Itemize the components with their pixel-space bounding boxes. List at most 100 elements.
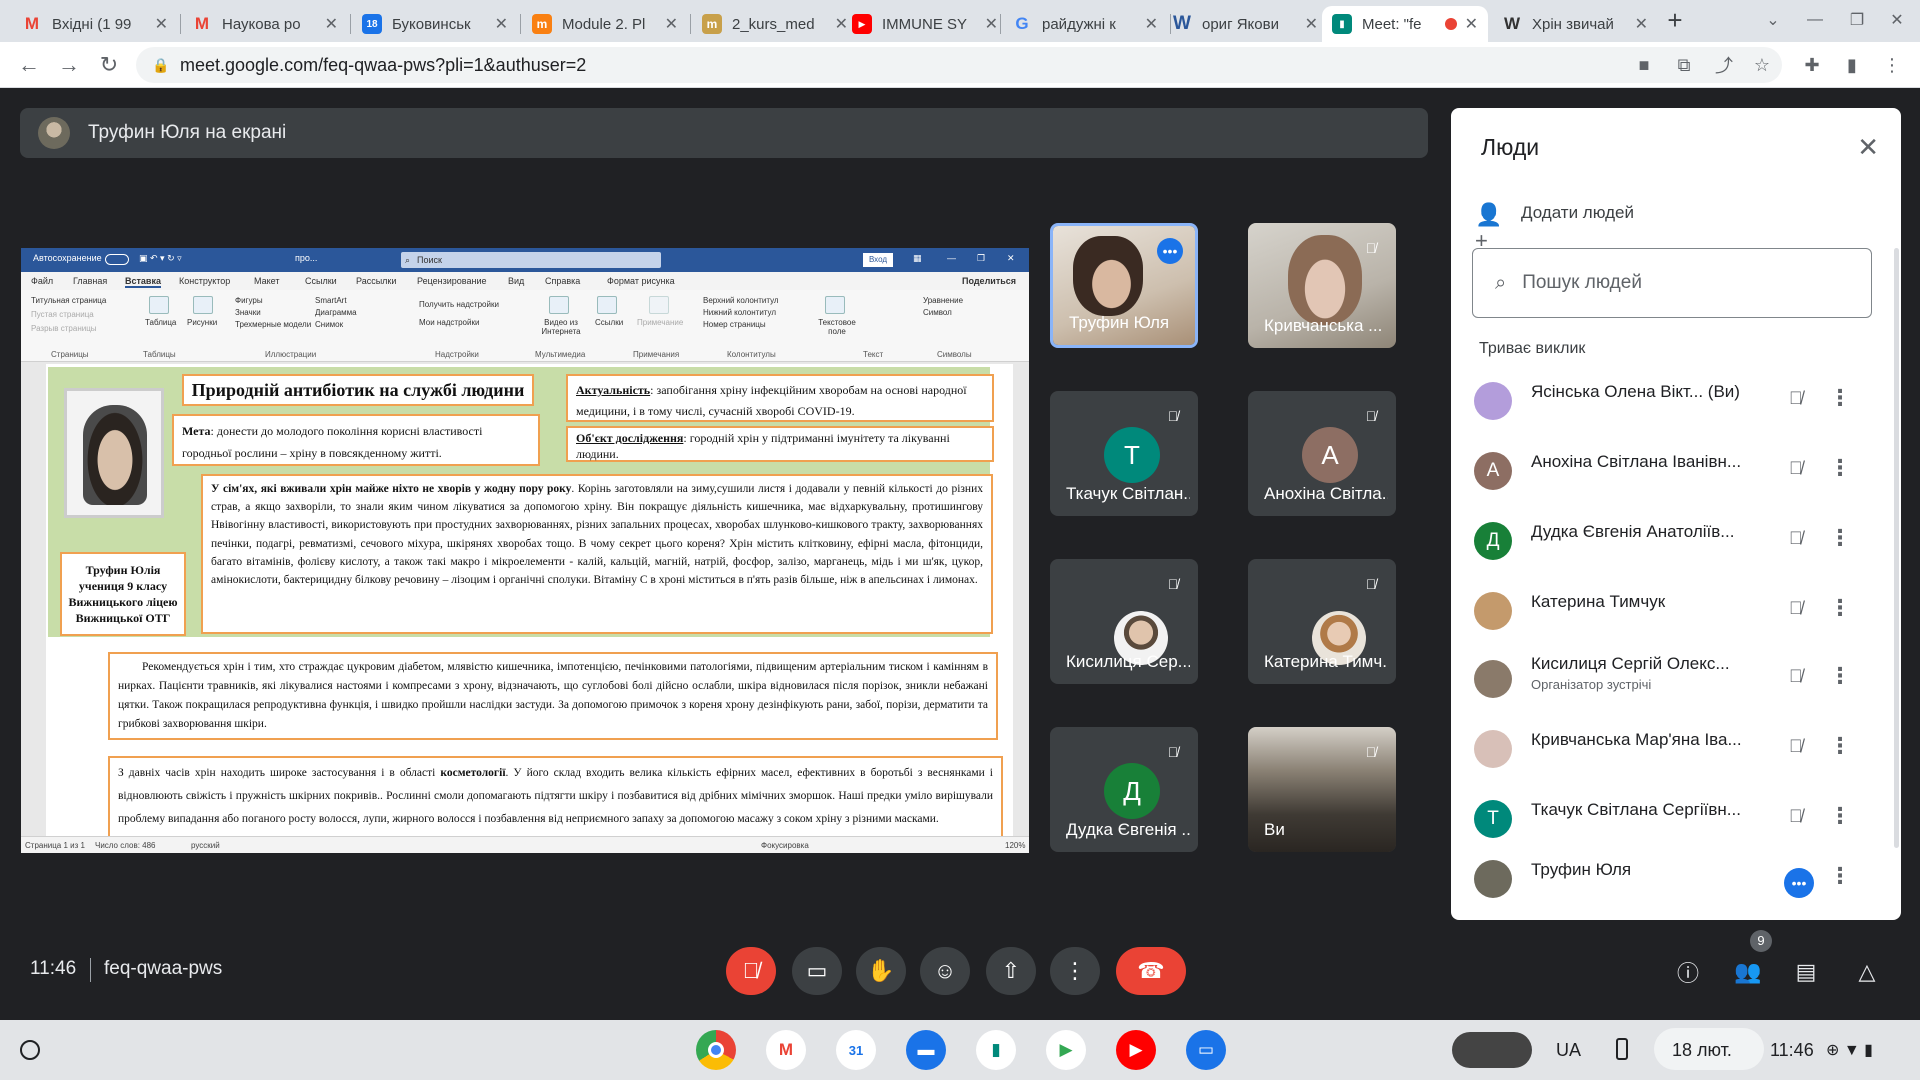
add-people-button[interactable]: 👤+ Додати людей [1475, 198, 1634, 253]
online-video-icon[interactable] [549, 296, 569, 314]
youtube-icon[interactable]: ▶ [1116, 1030, 1156, 1070]
status-icons[interactable]: ⊕ ▼ ▮ [1826, 1040, 1873, 1060]
people-button[interactable]: 👥 [1734, 958, 1762, 986]
tab-meet[interactable]: ▮ Meet: "fe ✕ [1322, 6, 1488, 42]
tab-kurs[interactable]: m 2_kurs_med ✕ [692, 6, 858, 42]
footer-button[interactable]: Нижний колонтитул [703, 308, 776, 317]
blank-page-button[interactable]: Пустая страница [31, 310, 94, 319]
my-addins-button[interactable]: Мои надстройки [419, 318, 479, 327]
menu-layout[interactable]: Макет [254, 276, 279, 286]
menu-file[interactable]: Файл [31, 276, 53, 286]
tab-wikipedia[interactable]: W Хрін звичай ✕ [1492, 6, 1658, 42]
menu-home[interactable]: Главная [73, 276, 107, 286]
more-options-icon[interactable]: ⋮ [1829, 863, 1851, 889]
input-language[interactable]: UA [1556, 1040, 1581, 1061]
screenshot-button[interactable]: Снимок [315, 320, 343, 329]
chrome-icon[interactable] [696, 1030, 736, 1070]
document-page[interactable]: Природній антибіотик на службі людини Ме… [46, 364, 1013, 853]
menu-help[interactable]: Справка [545, 276, 580, 286]
more-options-button[interactable]: ⋮ [1050, 947, 1100, 995]
open-in-window-icon[interactable]: ⧉ [1672, 53, 1696, 77]
save-icon[interactable]: ▣ ↶ ▾ ↻ ▿ [139, 253, 182, 264]
minimize-icon[interactable]: — [1800, 5, 1830, 35]
signin-button[interactable]: Вход [863, 253, 893, 267]
cover-page-button[interactable]: Титульная страница [31, 296, 106, 305]
mic-off-icon[interactable]: 🎙̸ [1789, 458, 1803, 479]
links-icon[interactable] [597, 296, 617, 314]
focus-mode[interactable]: Фокусировка [761, 841, 809, 850]
tab-word-doc[interactable]: W ориг Якови ✕ [1162, 6, 1328, 42]
camera-toggle-button[interactable]: ▭ [792, 947, 842, 995]
links-button[interactable]: Ссылки [595, 318, 623, 327]
close-icon[interactable]: ✕ [1465, 14, 1478, 34]
close-icon[interactable]: ✕ [1305, 14, 1318, 34]
menu-references[interactable]: Ссылки [305, 276, 337, 286]
close-icon[interactable]: ✕ [1857, 132, 1879, 163]
menu-picture-format[interactable]: Формат рисунка [607, 276, 675, 286]
calendar-icon[interactable]: 31 [836, 1030, 876, 1070]
play-store-icon[interactable]: ▶ [1046, 1030, 1086, 1070]
tab-calendar[interactable]: 18 Буковинськ ✕ [352, 6, 518, 42]
participant-row[interactable]: Кисилиця Сергій Олекс... Організатор зус… [1471, 648, 1891, 708]
extensions-icon[interactable]: ✚ [1800, 53, 1824, 77]
page-number-button[interactable]: Номер страницы [703, 320, 766, 329]
messages-icon[interactable]: ▭ [1186, 1030, 1226, 1070]
close-icon[interactable]: ✕ [985, 14, 998, 34]
bookmark-star-icon[interactable]: ☆ [1750, 53, 1774, 77]
mic-off-icon[interactable]: 🎙̸ [1789, 528, 1803, 549]
chat-button[interactable]: ▤ [1792, 958, 1820, 986]
share-button[interactable]: Поделиться [962, 276, 1016, 286]
tile-anokhina[interactable]: 🎙̸ A Анохіна Світла... [1248, 391, 1396, 516]
mic-off-icon[interactable]: 🎙̸ [1789, 388, 1803, 409]
header-button[interactable]: Верхний колонтитул [703, 296, 779, 305]
more-options-icon[interactable]: ⋮ [1829, 803, 1851, 829]
shelf-time[interactable]: 11:46 [1770, 1040, 1814, 1061]
mic-toggle-button[interactable]: 🎙̸ [726, 947, 776, 995]
chart-button[interactable]: Диаграмма [315, 308, 357, 317]
phone-hub-icon[interactable] [1616, 1038, 1628, 1060]
restore-icon[interactable]: ❐ [1842, 5, 1872, 35]
close-window-icon[interactable]: ✕ [1882, 5, 1912, 35]
close-icon[interactable]: ✕ [325, 14, 338, 34]
reload-button[interactable]: ↻ [94, 50, 124, 80]
more-options-icon[interactable]: ⋮ [1829, 525, 1851, 551]
back-button[interactable]: ← [14, 50, 44, 80]
smartart-button[interactable]: SmartArt [315, 296, 347, 305]
files-icon[interactable]: ▬ [906, 1030, 946, 1070]
close-icon[interactable]: ✕ [1635, 14, 1648, 34]
forward-button[interactable]: → [54, 50, 84, 80]
tab-search-icon[interactable]: ⌄ [1758, 5, 1788, 35]
camera-in-use-icon[interactable]: ■ [1632, 53, 1656, 77]
tab-gmail-inbox[interactable]: M Вхідні (1 99 ✕ [12, 6, 178, 42]
tile-tymchuk[interactable]: 🎙̸ Катерина Тимч... [1248, 559, 1396, 684]
menu-design[interactable]: Конструктор [179, 276, 230, 286]
more-options-icon[interactable]: ⋮ [1829, 455, 1851, 481]
tile-dudka[interactable]: 🎙̸ Д Дудка Євгенія ... [1050, 727, 1198, 852]
ribbon-display-icon[interactable]: ▦ [913, 253, 922, 264]
get-addins-button[interactable]: Получить надстройки [419, 300, 499, 309]
new-tab-button[interactable]: + [1660, 5, 1690, 35]
address-bar[interactable]: 🔒 meet.google.com/feq-qwaa-pws?pli=1&aut… [136, 47, 1782, 83]
word-search-box[interactable]: ⌕ Поиск [401, 252, 661, 268]
tile-self[interactable]: 🎙̸ Ви [1248, 727, 1396, 852]
pictures-button[interactable]: Рисунки [187, 318, 217, 327]
pictures-icon[interactable] [193, 296, 213, 314]
participant-row[interactable]: Катерина Тимчук 🎙̸ ⋮ [1471, 580, 1891, 640]
more-options-icon[interactable]: ⋮ [1829, 733, 1851, 759]
equation-button[interactable]: Уравнение [923, 296, 963, 305]
comment-icon[interactable] [649, 296, 669, 314]
panel-scrollbar[interactable] [1894, 248, 1899, 848]
symbol-button[interactable]: Символ [923, 308, 952, 317]
comment-button[interactable]: Примечание [637, 318, 683, 327]
reactions-button[interactable]: ☺ [920, 947, 970, 995]
meeting-info-button[interactable]: ⓘ [1674, 958, 1702, 986]
more-options-icon[interactable]: ⋮ [1829, 663, 1851, 689]
more-options-icon[interactable]: ⋮ [1829, 595, 1851, 621]
mic-off-icon[interactable]: 🎙̸ [1789, 598, 1803, 619]
autosave-toggle[interactable] [105, 254, 129, 265]
tile-tkachuk[interactable]: 🎙̸ T Ткачук Світлан... [1050, 391, 1198, 516]
menu-review[interactable]: Рецензирование [417, 276, 487, 286]
tab-gmail-science[interactable]: M Наукова ро ✕ [182, 6, 348, 42]
meet-icon[interactable]: ▮ [976, 1030, 1016, 1070]
page-break-button[interactable]: Разрыв страницы [31, 324, 97, 333]
